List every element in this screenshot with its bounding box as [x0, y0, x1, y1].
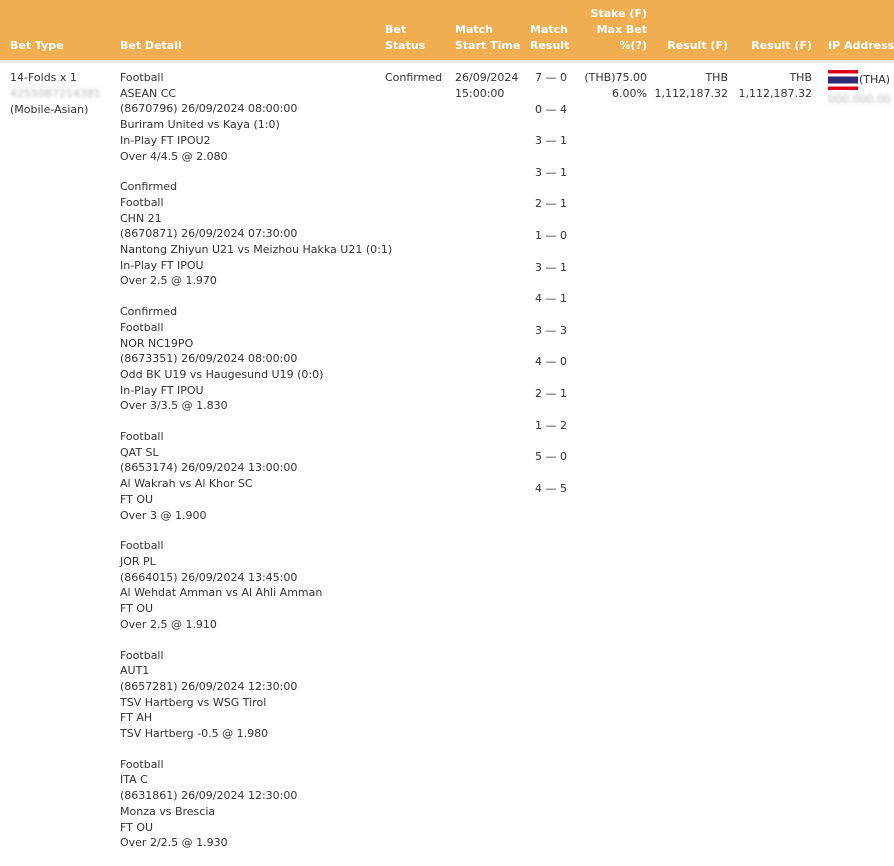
leg-match-id: (8664015) 26/09/2024 13:45:00 — [120, 570, 298, 584]
leg-match-id: (8670871) 26/09/2024 07:30:00 — [120, 227, 298, 241]
leg-league: QAT SL — [120, 445, 159, 459]
max-bet-percent: 6.00% — [612, 87, 647, 100]
leg-selection: TSV Hartberg -0.5 @ 1.980 — [120, 727, 269, 741]
leg-sport: Football — [120, 648, 164, 662]
leg-match-id: (8653174) 26/09/2024 13:00:00 — [120, 461, 298, 475]
match-start-date: 26/09/2024 — [455, 71, 519, 84]
match-results-list: 7 — 00 — 43 — 13 — 12 — 11 — 03 — 14 — 1… — [531, 70, 571, 512]
leg-match-id: (8673351) 26/09/2024 08:00:00 — [120, 352, 298, 366]
bet-channel: (Mobile-Asian) — [10, 103, 89, 116]
header-result-1: Result (F) — [667, 39, 728, 52]
leg-league: CHN 21 — [120, 211, 162, 225]
header-bet-detail: Bet Detail — [120, 39, 182, 52]
match-result: 4 — 0 — [535, 355, 567, 369]
match-result: 3 — 1 — [535, 165, 567, 179]
result2-currency: THB — [789, 71, 812, 84]
leg-sport: Football — [120, 71, 164, 84]
leg-status: Confirmed — [120, 180, 178, 194]
table-header: Bet Type Bet Detail Bet Status Match Sta… — [0, 0, 894, 60]
bet-detail-list: Football ASEAN CC (8670796) 26/09/2024 08:… — [120, 70, 393, 866]
leg-league: ASEAN CC — [120, 86, 177, 100]
leg-selection: Over 3/3.5 @ 1.830 — [120, 399, 228, 413]
match-result: 1 — 2 — [535, 418, 567, 432]
result1-amount: 1,112,187.32 — [654, 87, 728, 100]
leg-teams: Al Wakrah vs Al Khor SC — [120, 477, 253, 491]
leg-league: NOR NC19PO — [120, 336, 194, 350]
ip-country: (THA) — [859, 73, 891, 86]
header-ip-address: IP Address — [828, 39, 894, 52]
leg-selection: Over 3 @ 1.900 — [120, 508, 207, 522]
match-result: 2 — 1 — [535, 197, 567, 211]
match-result: 1 — 0 — [535, 228, 567, 242]
bet-leg: Confirmed Football CHN 21 (8670871) 26/09/2… — [120, 179, 393, 289]
leg-teams: Buriram United vs Kaya (1:0) — [120, 118, 280, 132]
leg-teams: Al Wehdat Amman vs Al Ahli Amman — [120, 586, 323, 600]
leg-match-id: (8670796) 26/09/2024 08:00:00 — [120, 102, 298, 116]
leg-teams: Nantong Zhiyun U21 vs Meizhou Hakka U21 … — [120, 243, 393, 257]
match-result: 3 — 1 — [535, 134, 567, 148]
bet-leg: Football ASEAN CC (8670796) 26/09/2024 08:… — [120, 70, 380, 164]
leg-selection: Over 2.5 @ 1.910 — [120, 617, 217, 631]
leg-selection: Over 2/2.5 @ 1.930 — [120, 836, 228, 850]
leg-sport: Football — [120, 195, 164, 209]
leg-sport: Football — [120, 320, 164, 334]
header-bet-status-line2: Status — [385, 39, 426, 52]
header-bet-type: Bet Type — [10, 39, 64, 52]
bet-leg: Football QAT SL (8653174) 26/09/2024 13:00… — [120, 429, 380, 523]
leg-selection: Over 2.5 @ 1.970 — [120, 274, 217, 288]
leg-sport: Football — [120, 539, 164, 553]
stake-amount: (THB)75.00 — [584, 71, 647, 84]
leg-market: In-Play FT IPOU — [120, 258, 204, 272]
bet-leg: Confirmed Football NOR NC19PO (8673351) 26/… — [120, 304, 380, 414]
header-result-2: Result (F) — [751, 39, 812, 52]
match-result: 0 — 4 — [535, 102, 567, 116]
leg-market: FT OU — [120, 820, 154, 834]
leg-teams: Odd BK U19 vs Haugesund U19 (0:0) — [120, 367, 324, 381]
bet-type: 14-Folds x 1 — [10, 71, 77, 84]
match-result: 4 — 5 — [535, 481, 567, 495]
leg-match-id: (8631861) 26/09/2024 12:30:00 — [120, 789, 298, 803]
leg-market: In-Play FT IPOU — [120, 383, 204, 397]
header-bet-status-line1: Bet — [385, 23, 407, 36]
header-match-start-line2: Start Time — [455, 39, 521, 52]
leg-status: Confirmed — [120, 305, 178, 319]
leg-market: FT AH — [120, 711, 153, 725]
leg-selection: Over 4/4.5 @ 2.080 — [120, 149, 228, 163]
bet-status: Confirmed — [385, 71, 443, 84]
result2-amount: 1,112,187.32 — [738, 87, 812, 100]
bet-leg: Football JOR PL (8664015) 26/09/2024 13:45… — [120, 538, 380, 632]
ip-address-blurred: 000.000.000.000 — [828, 93, 890, 106]
leg-market: FT OU — [120, 492, 154, 506]
match-result: 3 — 3 — [535, 323, 567, 337]
header-stake-line1: Stake (F) — [590, 7, 647, 20]
leg-market: FT OU — [120, 602, 154, 616]
leg-league: ITA C — [120, 773, 148, 787]
leg-league: JOR PL — [120, 554, 156, 568]
leg-sport: Football — [120, 757, 164, 771]
result1-currency: THB — [705, 71, 728, 84]
match-result: 5 — 0 — [535, 450, 567, 464]
leg-sport: Football — [120, 430, 164, 444]
bet-leg: Football ITA C (8631861) 26/09/2024 12:30:… — [120, 757, 380, 851]
match-result: 4 — 1 — [535, 292, 567, 306]
header-divider — [0, 60, 894, 63]
header-match-start-line1: Match — [455, 23, 493, 36]
leg-market: In-Play FT IPOU2 — [120, 133, 211, 147]
thailand-flag-icon — [828, 70, 858, 90]
leg-match-id: (8657281) 26/09/2024 12:30:00 — [120, 679, 298, 693]
leg-teams: TSV Hartberg vs WSG Tirol — [120, 695, 267, 709]
leg-league: AUT1 — [120, 664, 150, 678]
leg-teams: Monza vs Brescia — [120, 804, 216, 818]
bet-leg: Football AUT1 (8657281) 26/09/2024 12:30:0… — [120, 648, 380, 742]
match-result: 3 — 1 — [535, 260, 567, 274]
match-start-time: 15:00:00 — [455, 87, 505, 100]
header-stake-line2: Max Bet — [596, 23, 647, 36]
header-stake-line3[interactable]: %(?) — [560, 38, 647, 54]
match-result: 2 — 1 — [535, 386, 567, 400]
bet-ref-blurred: 4255087214381 — [10, 87, 101, 100]
